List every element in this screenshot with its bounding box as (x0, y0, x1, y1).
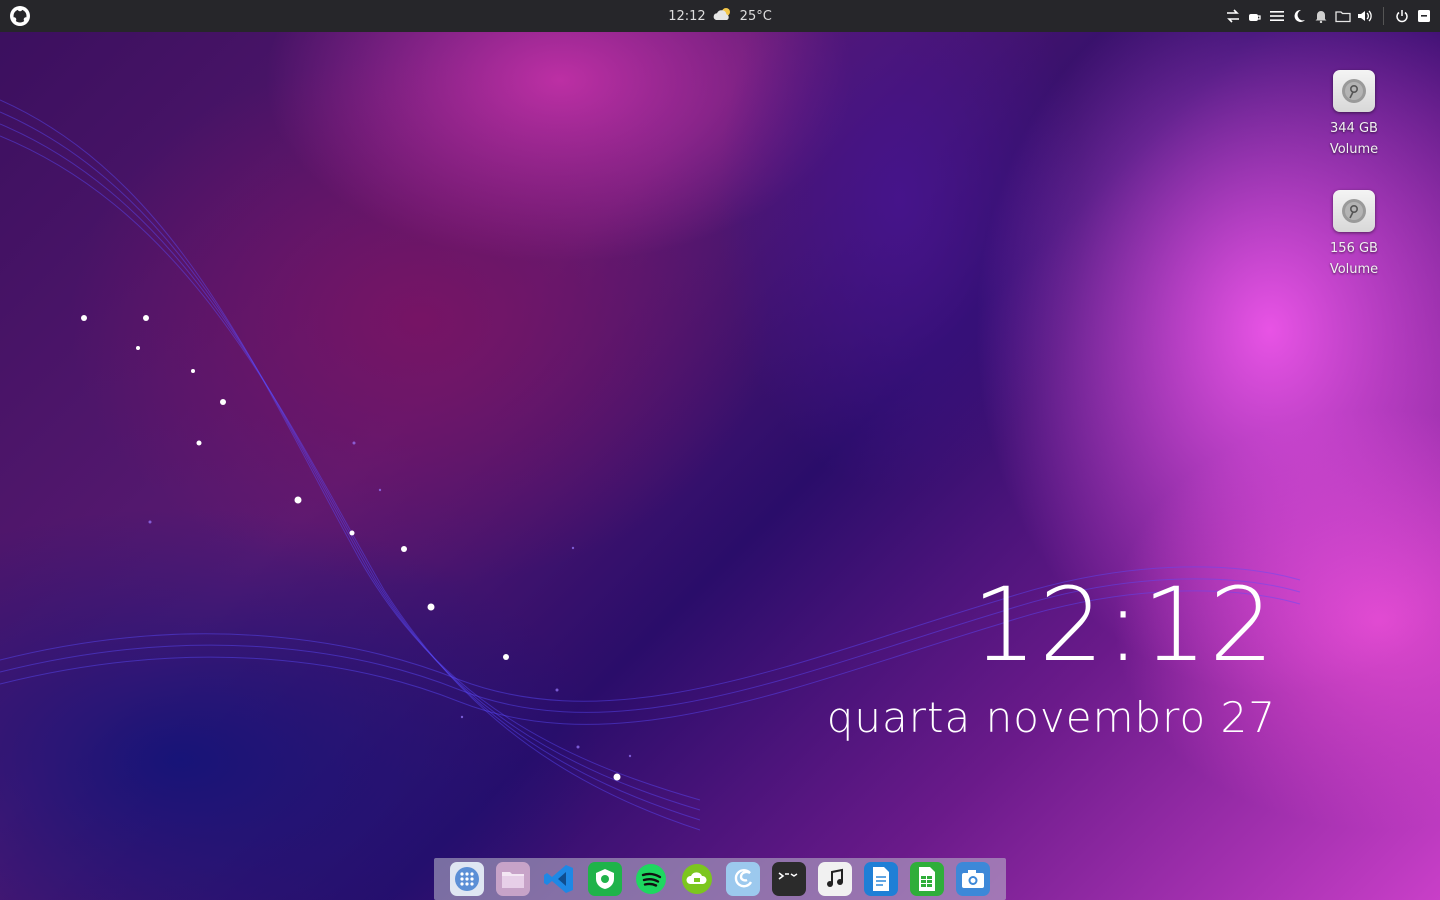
desktop-volume-344gb[interactable]: 344 GB Volume (1314, 70, 1394, 160)
volume-name-label: Volume (1329, 142, 1379, 157)
volume-size-label: 156 GB (1330, 241, 1378, 256)
partly-cloudy-icon (712, 6, 734, 26)
music-player-icon[interactable] (818, 862, 852, 896)
volume-icon[interactable] (1357, 8, 1373, 24)
app-grid-icon[interactable] (450, 862, 484, 896)
system-tray (1225, 0, 1432, 32)
top-panel: 12:12 25°C (0, 0, 1440, 32)
browser-icon[interactable] (588, 862, 622, 896)
volume-size-label: 344 GB (1330, 121, 1378, 136)
spotify-icon[interactable] (634, 862, 668, 896)
hard-drive-icon (1333, 70, 1375, 112)
screenshot-camera-icon[interactable] (956, 862, 990, 896)
dock (434, 858, 1006, 900)
panel-time: 12:12 (668, 8, 706, 24)
weather-temperature: 25°C (739, 8, 772, 24)
tray-separator (1383, 7, 1384, 25)
menu-lines-icon[interactable] (1269, 8, 1285, 24)
hard-drive-icon (1333, 190, 1375, 232)
volume-name-label: Volume (1329, 262, 1379, 277)
network-arrows-icon[interactable] (1225, 8, 1241, 24)
notification-bell-icon[interactable] (1313, 8, 1329, 24)
edge-browser-icon[interactable] (726, 862, 760, 896)
vscode-icon[interactable] (542, 862, 576, 896)
android-cloud-icon[interactable] (680, 862, 714, 896)
night-mode-icon[interactable] (1291, 8, 1307, 24)
panel-clock[interactable]: 12:12 25°C (0, 0, 1440, 32)
desktop-volume-156gb[interactable]: 156 GB Volume (1314, 190, 1394, 280)
keyboard-layout-icon[interactable] (1416, 8, 1432, 24)
coffee-icon[interactable] (1247, 8, 1263, 24)
calc-spreadsheet-icon[interactable] (910, 862, 944, 896)
terminal-icon[interactable] (772, 862, 806, 896)
wallpaper-waves (0, 99, 1301, 831)
folder-icon[interactable] (1335, 8, 1351, 24)
files-icon[interactable] (496, 862, 530, 896)
desktop-clock-time: 12:12 (972, 566, 1276, 685)
writer-document-icon[interactable] (864, 862, 898, 896)
power-icon[interactable] (1394, 8, 1410, 24)
desktop-clock-date: quarta novembro 27 (826, 693, 1276, 742)
